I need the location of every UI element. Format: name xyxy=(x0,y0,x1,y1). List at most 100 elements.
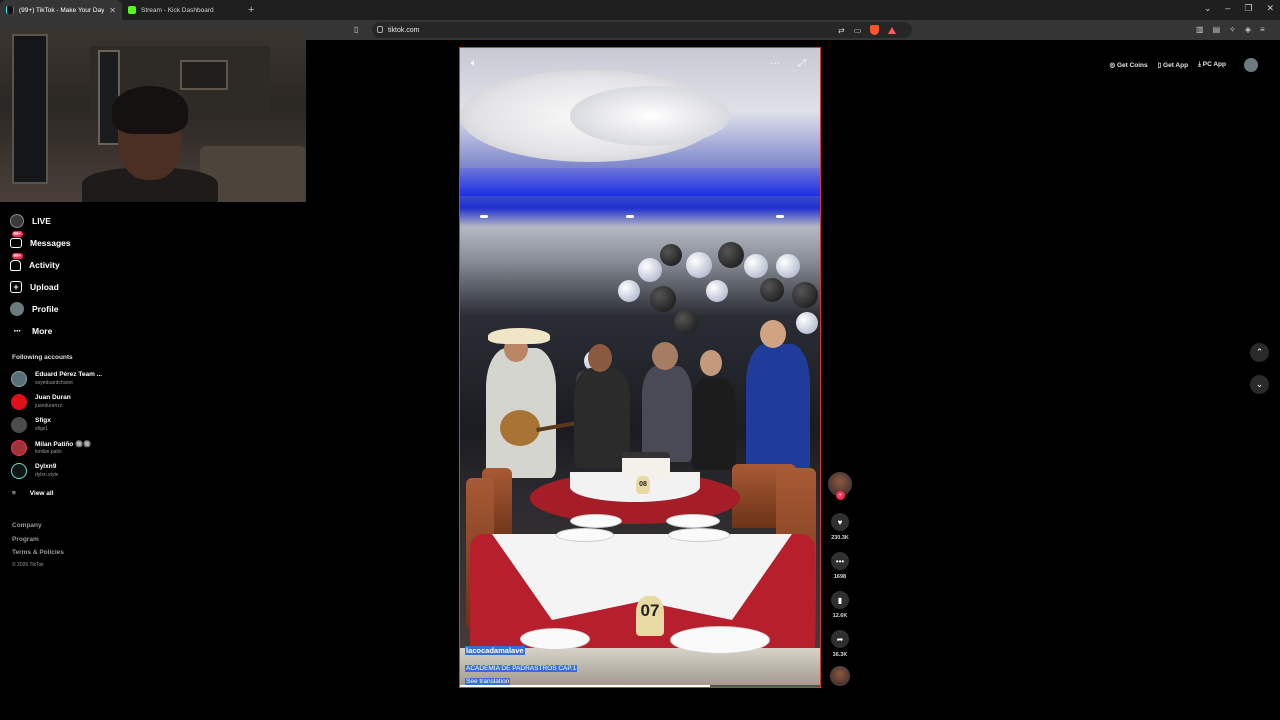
brave-shield-icon[interactable] xyxy=(870,25,880,35)
comment-button[interactable]: ••• 1698 xyxy=(826,552,854,580)
sidebar-item-messages[interactable]: 99+ Messages xyxy=(10,231,130,254)
balloon xyxy=(744,254,768,278)
following-account[interactable]: Milan Patiño 🔘🔘 kmilan.patio xyxy=(11,439,131,459)
minimize-icon[interactable]: – xyxy=(1225,3,1230,14)
next-video-button[interactable]: ⌄ xyxy=(1250,375,1269,394)
sidebar-item-label: Profile xyxy=(32,304,59,314)
view-all-link[interactable]: ≡ View all xyxy=(12,490,54,497)
like-button[interactable]: ♥ 230.3K xyxy=(826,513,854,541)
toolbar-actions: ▥ ▤ ✧ ◈ ≡ xyxy=(1196,25,1265,34)
plate xyxy=(570,514,622,528)
following-accounts-heading: Following accounts xyxy=(12,354,73,361)
table-number-card: 07 xyxy=(636,596,664,636)
webcam-overlay xyxy=(0,28,306,202)
extensions-icon[interactable]: ✧ xyxy=(1229,25,1236,34)
get-coins-button[interactable]: ◎ Get Coins xyxy=(1109,61,1147,69)
sidebar-item-activity[interactable]: 99+ Activity xyxy=(10,253,130,276)
browser-tab-bar: (99+) TikTok - Make Your Day ✕ Stream - … xyxy=(0,0,1280,20)
webcam-window-left xyxy=(12,34,48,184)
get-coins-label: Get Coins xyxy=(1116,62,1148,69)
following-account[interactable]: Dylxn9 dylxn.style xyxy=(11,462,131,482)
music-disc-button[interactable] xyxy=(826,666,854,686)
follow-plus-icon[interactable]: + xyxy=(835,491,845,500)
footer-link-terms[interactable]: Terms & Policies xyxy=(12,549,64,556)
avatar xyxy=(11,440,27,456)
following-account[interactable]: Juan Duran juanduranzz xyxy=(11,393,131,413)
copyright-text: © 2026 TikTok xyxy=(12,562,44,568)
guitar xyxy=(500,410,540,446)
balloon xyxy=(776,254,800,278)
video-player[interactable]: 08 07 🔈︎ ··· ⤢ lacocadamalave ACADEMIA D… xyxy=(459,47,821,688)
cast-icon[interactable]: ▭ xyxy=(854,26,862,35)
window-controls: ⌄ – ❐ ✕ xyxy=(1204,3,1274,14)
balloon xyxy=(792,282,818,308)
sidebar-item-upload[interactable]: + Upload xyxy=(10,276,130,298)
brave-rewards-icon[interactable] xyxy=(888,26,897,34)
share-button[interactable]: ➦ 36.3K xyxy=(826,630,854,658)
tab-kick[interactable]: Stream - Kick Dashboard xyxy=(122,0,244,20)
following-account[interactable]: Sfigx sfigx1 xyxy=(11,416,131,436)
streamer-hair xyxy=(112,86,188,134)
avatar xyxy=(11,463,27,479)
avatar xyxy=(11,371,27,387)
get-app-button[interactable]: ▯ Get App xyxy=(1158,61,1188,69)
plate xyxy=(520,628,590,650)
profile-icon xyxy=(10,302,24,316)
balloon xyxy=(796,312,818,334)
video-spotlight xyxy=(776,215,784,218)
bookmark-icon[interactable]: ▯ xyxy=(354,25,358,34)
get-app-label: Get App xyxy=(1163,62,1189,69)
restore-icon[interactable]: ❐ xyxy=(1244,3,1252,14)
sidebar-toggle-icon[interactable]: ▥ xyxy=(1196,25,1204,34)
new-tab-icon[interactable]: + xyxy=(248,4,254,16)
tab-tiktok[interactable]: (99+) TikTok - Make Your Day ✕ xyxy=(0,0,122,20)
comment-icon: ••• xyxy=(831,552,849,570)
more-options-icon[interactable]: ··· xyxy=(770,58,780,69)
live-icon xyxy=(10,214,24,228)
tab-search-icon[interactable]: ⌄ xyxy=(1204,3,1212,14)
footer-link-company[interactable]: Company xyxy=(12,522,42,529)
translate-icon[interactable]: ⇄ xyxy=(838,26,845,35)
account-name: Milan Patiño 🔘🔘 xyxy=(35,441,92,448)
fullscreen-icon[interactable]: ⤢ xyxy=(798,58,806,69)
person-face xyxy=(700,350,722,376)
pc-app-button[interactable]: ⤓ PC App xyxy=(1198,61,1226,69)
close-tab-icon[interactable]: ✕ xyxy=(109,6,116,15)
balloon xyxy=(660,244,682,266)
save-button[interactable]: ▮ 12.6K xyxy=(826,591,854,619)
tab-title: (99+) TikTok - Make Your Day xyxy=(19,6,105,14)
wallet-icon[interactable]: ▤ xyxy=(1213,25,1221,34)
person-face xyxy=(652,342,678,370)
site-info-icon[interactable] xyxy=(377,26,383,33)
sidebar-item-label: Messages xyxy=(30,238,71,248)
person-man-jersey xyxy=(746,344,810,474)
save-count: 12.6K xyxy=(832,613,848,619)
sidebar-item-more[interactable]: ··· More xyxy=(10,320,130,342)
previous-video-button[interactable]: ⌃ xyxy=(1250,343,1269,362)
sidebar-item-live[interactable]: LIVE xyxy=(10,210,130,232)
cowboy-hat xyxy=(488,328,550,344)
video-author[interactable]: lacocadamalave xyxy=(465,640,525,658)
vpn-icon[interactable]: ◈ xyxy=(1245,25,1251,34)
user-avatar[interactable] xyxy=(1244,58,1258,72)
menu-icon[interactable]: ≡ xyxy=(1260,25,1265,34)
sidebar-item-label: LIVE xyxy=(32,216,51,226)
video-progress-bar[interactable] xyxy=(460,685,820,687)
notification-badge: 99+ xyxy=(12,231,23,237)
header-actions: ◎ Get Coins ▯ Get App ⤓ PC App xyxy=(1109,58,1258,72)
following-account[interactable]: Eduard Pérez Team ... soyeduardchistet xyxy=(11,370,131,390)
more-icon: ··· xyxy=(13,325,22,337)
sidebar-item-profile[interactable]: Profile xyxy=(10,298,130,320)
account-handle: sfigx1 xyxy=(35,426,49,432)
footer-link-program[interactable]: Program xyxy=(12,536,39,543)
upload-icon: + xyxy=(10,281,22,293)
video-spotlight xyxy=(480,215,488,218)
account-name: Juan Duran xyxy=(35,394,71,401)
creator-avatar-button[interactable]: + xyxy=(826,472,854,500)
video-ceiling-light-inner xyxy=(570,86,730,146)
close-window-icon[interactable]: ✕ xyxy=(1266,3,1274,14)
video-spotlight xyxy=(626,215,634,218)
volume-icon[interactable]: 🔈︎ xyxy=(471,58,477,69)
balloon xyxy=(760,278,784,302)
url-field[interactable]: tiktok.com xyxy=(372,22,912,38)
